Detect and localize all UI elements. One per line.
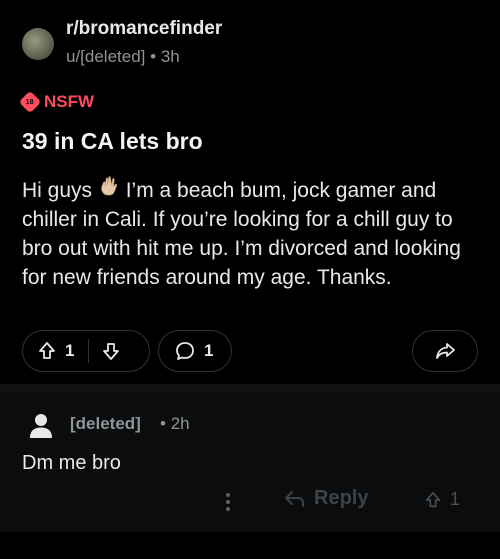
comment-actions: Reply 1 <box>0 487 500 517</box>
post-author[interactable]: u/[deleted] <box>66 47 145 66</box>
upvote-count: 1 <box>65 341 75 360</box>
nsfw-badge: 18 NSFW <box>18 90 95 114</box>
comment-author[interactable]: [deleted] <box>70 414 141 434</box>
reply-button[interactable]: Reply <box>284 487 368 510</box>
post-meta: u/[deleted] • 3h <box>66 47 180 67</box>
bottom-bar <box>0 532 500 559</box>
more-icon[interactable] <box>224 491 232 518</box>
post-title[interactable]: 39 in CA lets bro <box>22 128 203 155</box>
reply-label: Reply <box>314 487 369 509</box>
vote-control: 1 <box>22 330 150 372</box>
post-card: r/bromancefinder u/[deleted] • 3h 18 NSF… <box>0 0 500 384</box>
comment-age: 2h <box>170 414 190 433</box>
post-body-start: Hi guys <box>22 179 98 202</box>
comment-meta: • 2h <box>160 414 190 433</box>
comment-icon <box>174 340 196 362</box>
subreddit-name[interactable]: r/bromancefinder <box>66 18 222 40</box>
comment-upvote-icon[interactable] <box>424 491 442 509</box>
section-divider <box>0 384 500 392</box>
nsfw-label: NSFW <box>44 92 95 111</box>
vote-divider <box>88 339 90 363</box>
post-body: Hi guys I’m a beach bum, jock gamer and … <box>22 175 482 292</box>
share-button[interactable] <box>412 330 478 372</box>
comment-body: Dm me bro <box>22 452 121 474</box>
subreddit-avatar[interactable] <box>22 28 54 60</box>
deleted-user-avatar[interactable] <box>28 412 54 438</box>
comment-upvote-count: 1 <box>450 489 461 509</box>
comment-vote: 1 <box>424 489 460 510</box>
waving-hand-icon <box>98 175 120 205</box>
nsfw-icon: 18 <box>18 90 42 114</box>
meta-separator: • <box>150 47 161 66</box>
comment-count: 1 <box>204 341 214 360</box>
downvote-icon[interactable] <box>101 341 121 361</box>
share-icon <box>434 340 456 362</box>
reply-icon <box>284 489 306 509</box>
upvote-icon[interactable] <box>37 341 57 361</box>
post-age: 3h <box>160 47 180 66</box>
comments-button[interactable]: 1 <box>158 330 232 372</box>
